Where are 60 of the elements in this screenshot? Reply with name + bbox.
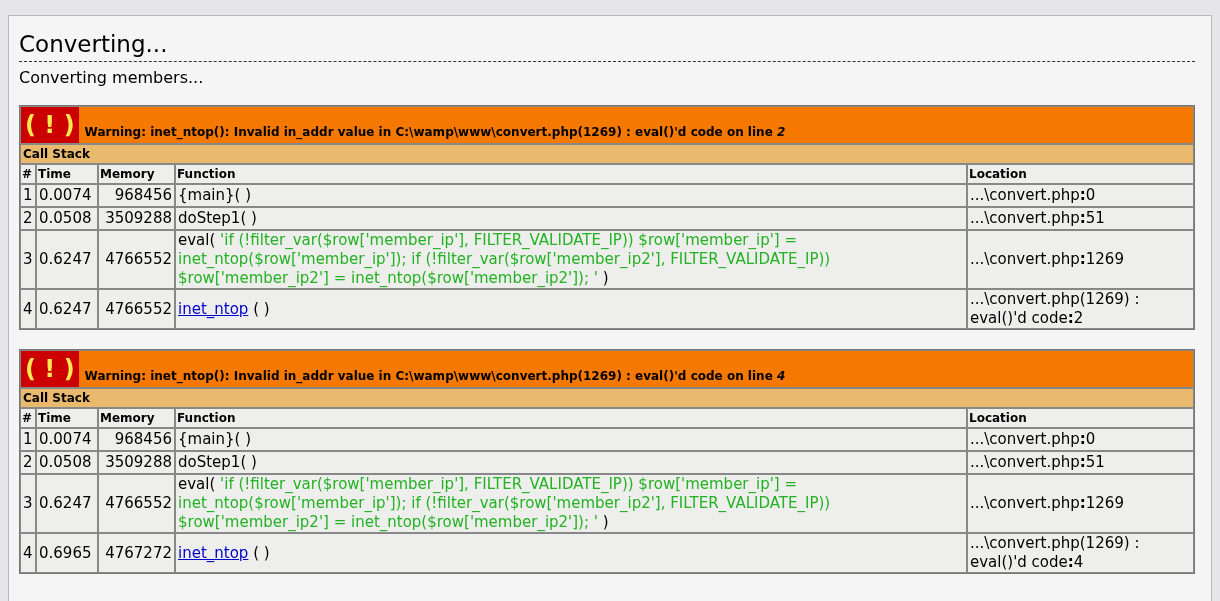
table-cell: ...\convert.php:0 xyxy=(967,184,1194,207)
table-cell: {main}( ) xyxy=(175,184,967,207)
column-header: # xyxy=(20,408,36,428)
warning-sign: ( ! ) xyxy=(21,351,79,387)
table-cell: ...\convert.php(1269) : eval()'d code:2 xyxy=(967,289,1194,329)
table-cell: ...\convert.php:1269 xyxy=(967,474,1194,533)
table-cell: 4766552 xyxy=(98,289,175,329)
page-title: Converting... xyxy=(19,29,1195,62)
column-header: Location xyxy=(967,408,1194,428)
table-cell: 0.6247 xyxy=(36,230,98,289)
table-cell: {main}( ) xyxy=(175,428,967,451)
call-stack-heading: Call Stack xyxy=(20,388,1194,408)
column-header: Time xyxy=(36,164,98,184)
table-cell: 4 xyxy=(20,289,36,329)
table-cell: 1 xyxy=(20,428,36,451)
table-cell: ...\convert.php:51 xyxy=(967,207,1194,230)
table-cell: 0.0074 xyxy=(36,428,98,451)
table-cell: 968456 xyxy=(98,428,175,451)
table-cell: ...\convert.php:51 xyxy=(967,451,1194,474)
table-cell: doStep1( ) xyxy=(175,207,967,230)
table-cell: doStep1( ) xyxy=(175,451,967,474)
table-cell: 2 xyxy=(20,207,36,230)
table-cell: 3509288 xyxy=(98,451,175,474)
warning-message: Warning: inet_ntop(): Invalid in_addr value in C:\wamp\www\convert.php(1269) : eval()'d code on line 4 xyxy=(84,369,786,386)
table-cell: 1 xyxy=(20,184,36,207)
table-cell: 0.6965 xyxy=(36,533,98,573)
table-cell: 0.6247 xyxy=(36,474,98,533)
table-cell: 0.6247 xyxy=(36,289,98,329)
function-link[interactable]: inet_ntop xyxy=(178,299,249,318)
table-cell: eval( 'if (!filter_var($row['member_ip'], FILTER_VALIDATE_IP)) $row['member_ip'] = inet_ntop($row['member_ip']); if (!filter_var($row['member_ip2'], FILTER_VALIDATE_IP)) $row['member_ip2'] = inet_ntop($row['member_ip2']); ' ) xyxy=(175,230,967,289)
table-cell: 2 xyxy=(20,451,36,474)
call-stack-heading: Call Stack xyxy=(20,144,1194,164)
table-cell: ...\convert.php:0 xyxy=(967,428,1194,451)
table-cell: 3 xyxy=(20,230,36,289)
function-link[interactable]: inet_ntop xyxy=(178,543,249,562)
column-header: Memory xyxy=(98,408,175,428)
warning-message: Warning: inet_ntop(): Invalid in_addr value in C:\wamp\www\convert.php(1269) : eval()'d code on line 2 xyxy=(84,125,786,142)
table-cell: 4766552 xyxy=(98,230,175,289)
table-cell: 3509288 xyxy=(98,207,175,230)
table-cell: ...\convert.php(1269) : eval()'d code:4 xyxy=(967,533,1194,573)
column-header: Location xyxy=(967,164,1194,184)
status-text: Converting members... xyxy=(19,68,205,87)
table-cell: 0.0508 xyxy=(36,207,98,230)
column-header: Memory xyxy=(98,164,175,184)
column-header: Function xyxy=(175,164,967,184)
column-header: Time xyxy=(36,408,98,428)
column-header: # xyxy=(20,164,36,184)
call-parens: ( ) xyxy=(253,543,270,562)
table-cell: 4 xyxy=(20,533,36,573)
table-cell: eval( 'if (!filter_var($row['member_ip'], FILTER_VALIDATE_IP)) $row['member_ip'] = inet_ntop($row['member_ip']); if (!filter_var($row['member_ip2'], FILTER_VALIDATE_IP)) $row['member_ip2'] = inet_ntop($row['member_ip2']); ' ) xyxy=(175,474,967,533)
table-cell: 0.0074 xyxy=(36,184,98,207)
warning-sign: ( ! ) xyxy=(21,107,79,143)
table-cell: 0.0508 xyxy=(36,451,98,474)
call-parens: ( ) xyxy=(253,299,270,318)
column-header: Function xyxy=(175,408,967,428)
table-cell: 968456 xyxy=(98,184,175,207)
table-cell: 3 xyxy=(20,474,36,533)
table-cell: 4766552 xyxy=(98,474,175,533)
table-cell: ...\convert.php:1269 xyxy=(967,230,1194,289)
table-cell: 4767272 xyxy=(98,533,175,573)
